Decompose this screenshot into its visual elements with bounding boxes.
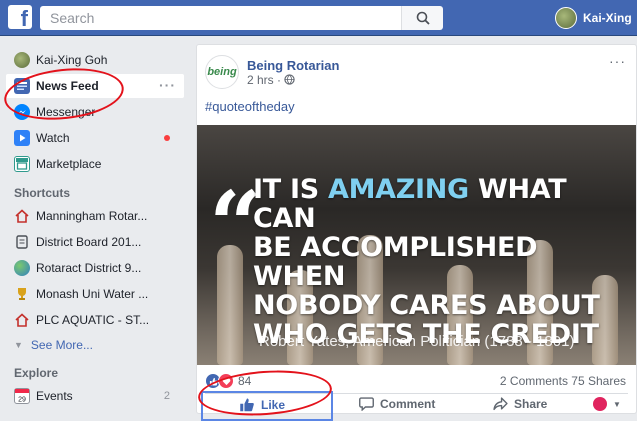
share-label: Share bbox=[514, 397, 548, 411]
left-sidebar: Kai-Xing Goh News Feed ··· Messenger Wat… bbox=[0, 36, 190, 414]
sidebar-item-shortcut[interactable]: Manningham Rotar... bbox=[6, 204, 184, 228]
post-options-icon[interactable]: ··· bbox=[609, 53, 626, 69]
search-button[interactable] bbox=[401, 6, 443, 30]
document-icon bbox=[14, 234, 30, 250]
home-icon bbox=[14, 312, 30, 328]
sidebar-item-shortcut[interactable]: Rotaract District 9... bbox=[6, 256, 184, 280]
quote-line: IT IS bbox=[253, 174, 319, 205]
sidebar-item-messenger[interactable]: Messenger bbox=[6, 100, 184, 124]
globe-icon bbox=[14, 260, 30, 276]
marketplace-icon bbox=[14, 156, 30, 172]
sidebar-item-shortcut[interactable]: District Board 201... bbox=[6, 230, 184, 254]
comment-label: Comment bbox=[380, 397, 436, 411]
quote-attribution: Robert Yates, American Politician (1738 … bbox=[259, 333, 575, 350]
quote-highlight: AMAZING bbox=[327, 174, 469, 205]
shares-count[interactable]: 75 Shares bbox=[571, 374, 626, 388]
explore-heading: Explore bbox=[14, 366, 59, 380]
love-reaction-icon bbox=[218, 373, 234, 389]
calendar-icon: 29 bbox=[14, 388, 30, 404]
post-image[interactable]: “ IT IS AMAZING WHAT CAN BE ACCOMPLISHED… bbox=[197, 125, 636, 365]
sidebar-item-marketplace[interactable]: Marketplace bbox=[6, 152, 184, 176]
sidebar-item-events[interactable]: 29 Events 2 bbox=[6, 384, 184, 408]
profile-name: Kai-Xing bbox=[583, 11, 632, 25]
page-name-link[interactable]: Being Rotarian bbox=[247, 58, 339, 73]
post-header: being Being Rotarian 2 hrs · bbox=[205, 55, 339, 89]
sidebar-item-label: Messenger bbox=[36, 105, 96, 119]
post-card: being Being Rotarian 2 hrs · ··· #quoteo… bbox=[196, 44, 637, 421]
avatar bbox=[555, 7, 577, 29]
search-input[interactable] bbox=[40, 6, 440, 30]
globe-icon bbox=[284, 74, 295, 85]
sidebar-item-label: Rotaract District 9... bbox=[36, 261, 142, 275]
comments-count[interactable]: 2 Comments bbox=[500, 374, 568, 388]
share-button[interactable]: Share bbox=[493, 397, 547, 411]
notification-dot bbox=[164, 135, 170, 141]
profile-link[interactable]: Kai-Xing bbox=[555, 6, 632, 30]
sidebar-item-label: Manningham Rotar... bbox=[36, 209, 148, 223]
more-options-icon[interactable]: ··· bbox=[159, 77, 176, 93]
sidebar-item-label: Marketplace bbox=[36, 157, 102, 171]
comment-button[interactable]: Comment bbox=[359, 397, 435, 411]
post-time: 2 hrs · bbox=[247, 72, 282, 87]
trophy-icon bbox=[14, 286, 30, 302]
like-label: Like bbox=[261, 397, 286, 412]
like-button[interactable]: Like bbox=[239, 397, 285, 412]
comment-icon bbox=[359, 397, 374, 411]
post-timestamp[interactable]: 2 hrs · bbox=[247, 73, 339, 87]
sidebar-item-shortcut[interactable]: Monash Uni Water ... bbox=[6, 282, 184, 306]
see-more-link[interactable]: ▼ See More... bbox=[6, 334, 184, 356]
post-stats: 2 Comments 75 Shares bbox=[500, 374, 626, 388]
page-logo[interactable]: being bbox=[205, 55, 239, 89]
chevron-down-icon: ▼ bbox=[14, 340, 23, 350]
search-icon bbox=[416, 11, 430, 25]
news-feed-icon bbox=[14, 78, 30, 94]
facebook-logo-icon[interactable]: f bbox=[8, 5, 32, 29]
post-actions: Like Comment Share ▼ bbox=[197, 391, 636, 421]
reaction-count: 84 bbox=[238, 374, 252, 388]
sidebar-item-label: Kai-Xing Goh bbox=[36, 53, 108, 67]
avatar bbox=[14, 52, 30, 68]
sidebar-item-news-feed[interactable]: News Feed ··· bbox=[6, 74, 184, 98]
sidebar-item-label: PLC AQUATIC - ST... bbox=[36, 313, 150, 327]
shortcuts-heading: Shortcuts bbox=[14, 186, 71, 200]
watch-icon bbox=[14, 130, 30, 146]
see-more-label: See More... bbox=[30, 338, 93, 352]
svg-text:29: 29 bbox=[18, 397, 26, 404]
hashtag-link[interactable]: #quoteoftheday bbox=[205, 99, 295, 114]
sidebar-item-watch[interactable]: Watch bbox=[6, 126, 184, 150]
sidebar-item-label: District Board 201... bbox=[36, 235, 142, 249]
quote-text: IT IS AMAZING WHAT CAN BE ACCOMPLISHED W… bbox=[253, 175, 633, 349]
share-icon bbox=[493, 397, 508, 411]
thumbs-up-icon bbox=[240, 398, 254, 412]
sidebar-item-label: Events bbox=[36, 389, 73, 403]
audience-selector[interactable]: ▼ bbox=[593, 397, 621, 411]
sidebar-item-label: Watch bbox=[36, 131, 70, 145]
home-icon bbox=[14, 208, 30, 224]
messenger-icon bbox=[14, 104, 30, 120]
sidebar-item-label: News Feed bbox=[36, 79, 99, 93]
sidebar-item-label: Monash Uni Water ... bbox=[36, 287, 149, 301]
page-avatar-icon bbox=[593, 397, 607, 411]
sidebar-item-shortcut[interactable]: PLC AQUATIC - ST... bbox=[6, 308, 184, 332]
quote-line: BE ACCOMPLISHED WHEN bbox=[253, 232, 538, 292]
events-count: 2 bbox=[163, 390, 170, 402]
sidebar-item-profile[interactable]: Kai-Xing Goh bbox=[6, 48, 184, 72]
chevron-down-icon: ▼ bbox=[613, 399, 621, 409]
top-navigation-bar: f Kai-Xing bbox=[0, 0, 637, 36]
quote-line: NOBODY CARES ABOUT bbox=[253, 290, 600, 321]
reactions-summary[interactable]: 84 bbox=[205, 373, 251, 389]
